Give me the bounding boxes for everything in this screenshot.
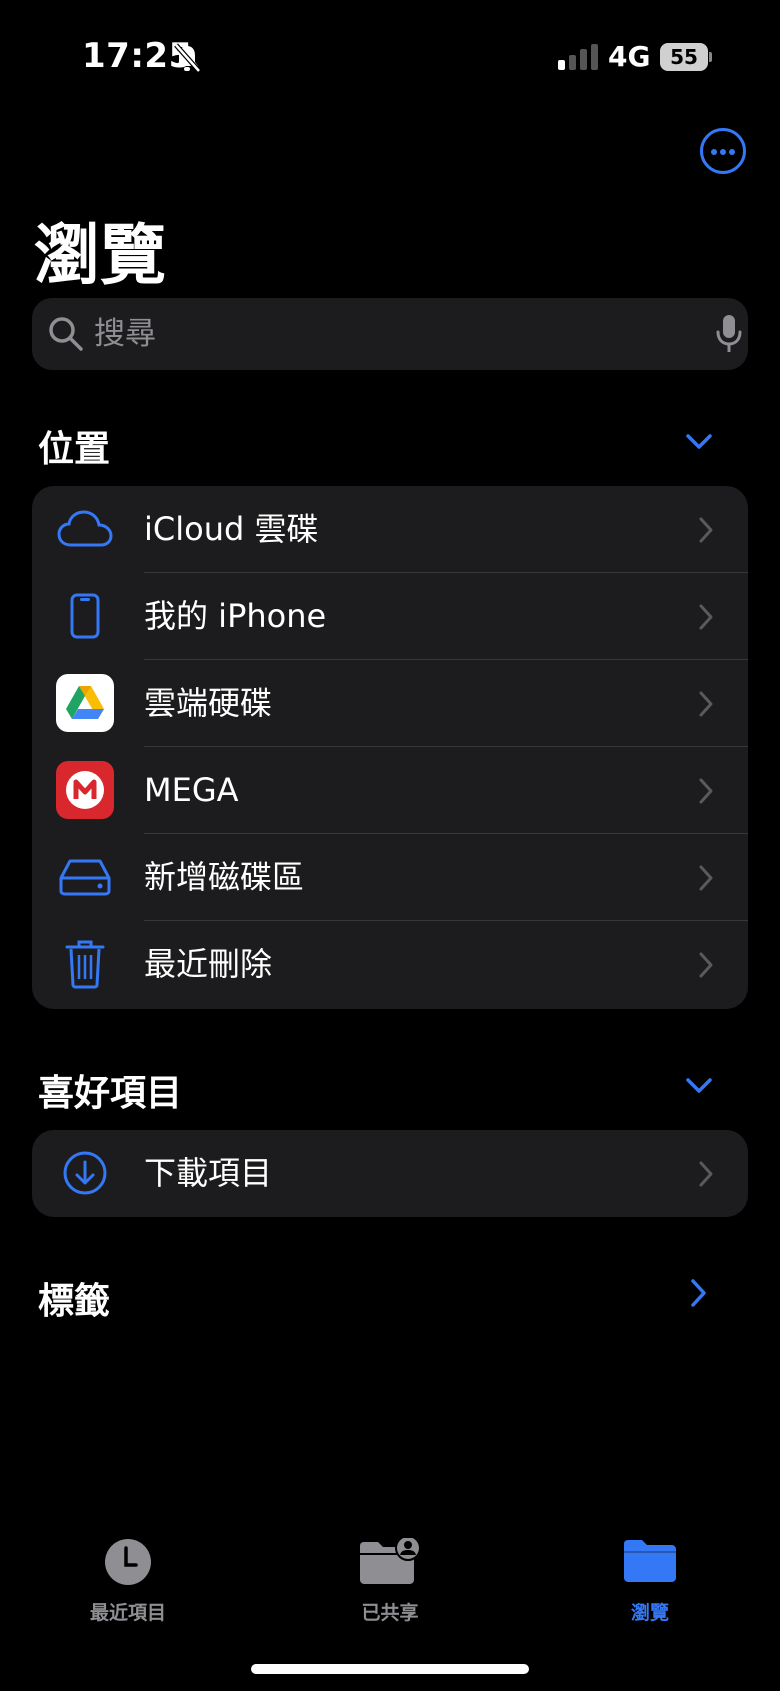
- shared-folder-icon: [360, 1538, 421, 1584]
- microphone-icon[interactable]: [716, 314, 742, 354]
- chevron-right-icon: [699, 604, 713, 630]
- location-label: 新增磁碟區: [144, 858, 305, 896]
- location-label: MEGA: [144, 771, 239, 809]
- section-title-tags: 標籤: [38, 1281, 111, 1322]
- cloud-icon: [56, 500, 114, 558]
- location-label: iCloud 雲碟: [144, 510, 319, 548]
- tab-recents[interactable]: 最近項目: [28, 1530, 228, 1630]
- tab-shared[interactable]: 已共享: [290, 1530, 490, 1630]
- home-indicator[interactable]: [251, 1664, 529, 1674]
- section-title-favorites: 喜好項目: [38, 1073, 183, 1114]
- search-icon: [49, 317, 83, 351]
- more-options-button[interactable]: [700, 128, 746, 174]
- chevron-right-icon: [699, 952, 713, 978]
- tab-browse[interactable]: 瀏覽: [550, 1530, 750, 1630]
- battery-level: 55: [670, 45, 698, 69]
- chevron-right-icon: [699, 778, 713, 804]
- locations-list: iCloud 雲碟 我的 iPhone 雲端硬碟 MEGA 新增磁碟區 最近刪除: [32, 486, 748, 1009]
- chevron-right-icon: [699, 691, 713, 717]
- silent-bell-icon: [174, 43, 201, 73]
- chevron-right-icon: [699, 1161, 713, 1187]
- location-label: 最近刪除: [144, 945, 273, 983]
- location-label: 我的 iPhone: [144, 597, 327, 635]
- location-item-mega[interactable]: MEGA: [32, 747, 748, 834]
- mega-icon: [56, 761, 114, 819]
- chevron-down-icon[interactable]: [684, 426, 714, 456]
- status-bar: 17:25 4G 55: [0, 0, 780, 110]
- search-bar[interactable]: [32, 298, 748, 370]
- folder-icon: [624, 1540, 676, 1582]
- signal-strength-icon: [558, 44, 598, 70]
- network-type: 4G: [608, 40, 651, 73]
- section-header-tags[interactable]: 標籤: [38, 1272, 738, 1322]
- location-item-new-volume[interactable]: 新增磁碟區: [32, 834, 748, 921]
- tab-label: 最近項目: [89, 1602, 166, 1624]
- location-item-google-drive[interactable]: 雲端硬碟: [32, 660, 748, 747]
- clock-icon: [105, 1539, 151, 1585]
- section-title-locations: 位置: [38, 429, 111, 470]
- chevron-right-icon[interactable]: [688, 1278, 708, 1308]
- section-header-locations[interactable]: 位置: [38, 420, 738, 470]
- location-item-icloud[interactable]: iCloud 雲碟: [32, 486, 748, 573]
- page-title: 瀏覽: [34, 217, 166, 294]
- chevron-right-icon: [699, 865, 713, 891]
- google-drive-icon: [56, 674, 114, 732]
- tab-bar: 最近項目 已共享 瀏覽: [0, 1530, 780, 1630]
- location-item-recently-deleted[interactable]: 最近刪除: [32, 921, 748, 1008]
- favorite-item-downloads[interactable]: 下載項目: [32, 1130, 748, 1217]
- chevron-right-icon: [699, 517, 713, 543]
- tab-label: 瀏覽: [630, 1602, 669, 1624]
- download-icon: [56, 1144, 114, 1202]
- search-input[interactable]: [94, 308, 694, 360]
- iphone-icon: [56, 587, 114, 645]
- favorite-label: 下載項目: [144, 1154, 273, 1192]
- chevron-down-icon[interactable]: [684, 1070, 714, 1100]
- tab-label: 已共享: [361, 1602, 419, 1624]
- location-label: 雲端硬碟: [144, 684, 273, 722]
- location-item-my-iphone[interactable]: 我的 iPhone: [32, 573, 748, 660]
- section-header-favorites[interactable]: 喜好項目: [38, 1064, 738, 1114]
- favorites-list: 下載項目: [32, 1130, 748, 1217]
- trash-icon: [56, 935, 114, 993]
- drive-icon: [56, 848, 114, 906]
- battery-icon: 55: [660, 43, 712, 71]
